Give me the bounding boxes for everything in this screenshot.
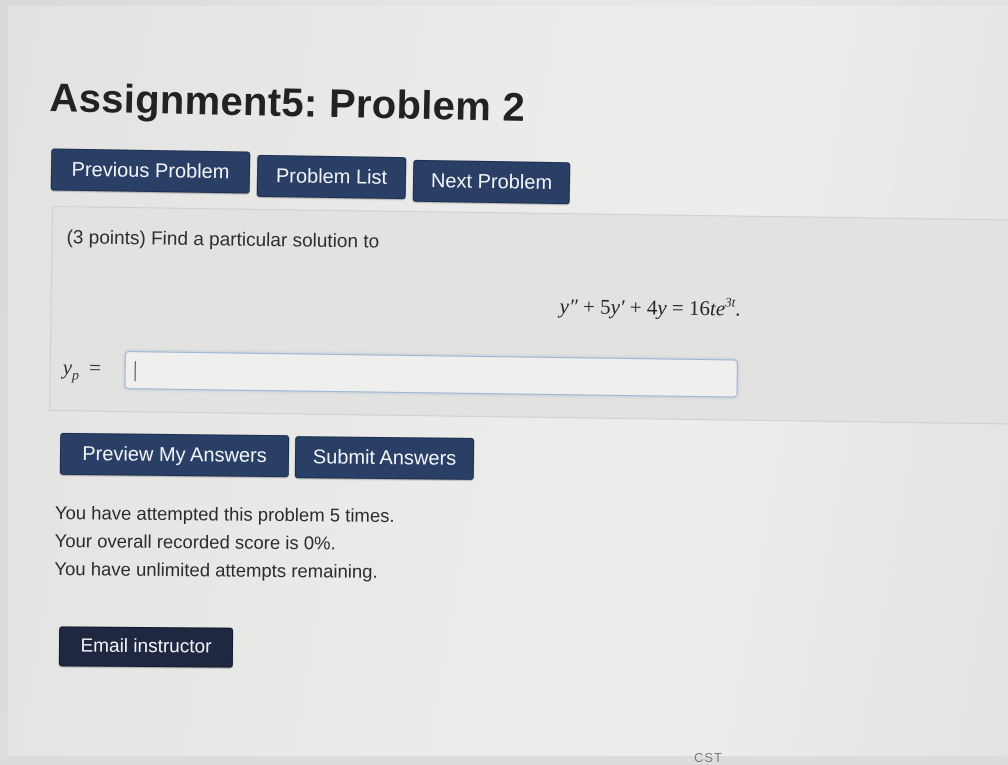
eq-y-prime: y′ [610,294,625,320]
remaining-text: You have unlimited attempts remaining. [54,557,378,582]
problem-prompt: (3 points) Find a particular solution to [66,227,380,253]
problem-list-button[interactable]: Problem List [256,154,407,200]
eq-plus-5: + 5 [577,294,611,319]
answer-label: yp = [63,355,102,385]
score-text: Your overall recorded score is 0%. [54,529,336,554]
page-title: Assignment5: Problem 2 [49,76,526,130]
page-background: Assignment5: Problem 2 Previous Problem … [0,0,1008,765]
eq-plus-4: + 4 [624,295,658,320]
answer-label-equals: = [88,355,102,380]
eq-equals-16: = 16 [666,295,711,321]
email-instructor-button[interactable]: Email instructor [58,626,234,668]
eq-y-double-prime: y″ [559,294,578,319]
eq-exponent: 3t [725,294,736,310]
answer-input[interactable] [124,351,738,398]
previous-problem-button[interactable]: Previous Problem [50,148,251,194]
attempts-text: You have attempted this problem 5 times. [54,501,395,526]
attempt-status: You have attempted this problem 5 times.… [54,499,394,586]
problem-panel: (3 points) Find a particular solution to… [49,206,1008,425]
eq-te: te [709,296,726,321]
eq-period: . [735,296,741,321]
answer-label-sub: p [71,368,80,384]
submit-answers-button[interactable]: Submit Answers [294,436,475,480]
preview-answers-button[interactable]: Preview My Answers [59,432,290,478]
next-problem-button[interactable]: Next Problem [412,159,571,205]
page-content: Assignment5: Problem 2 Previous Problem … [8,6,1008,765]
eq-y: y [657,295,667,320]
differential-equation: y″ + 5y′ + 4y = 16te3t. [559,292,740,322]
footer-timestamp-fragment: CST [694,750,723,765]
